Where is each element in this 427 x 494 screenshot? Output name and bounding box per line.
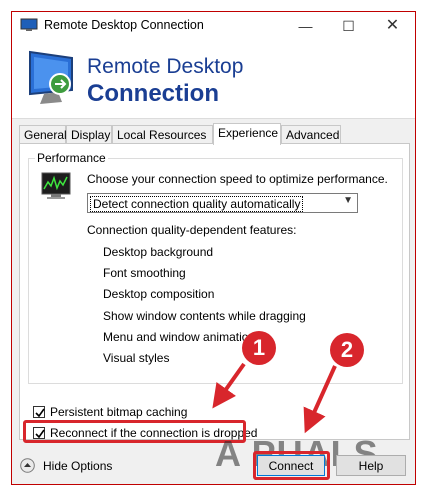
annotation-badge-2: 2 xyxy=(330,333,364,367)
arrow-2 xyxy=(303,365,337,434)
annotation-badge-1: 1 xyxy=(242,331,276,365)
rdc-window: Remote Desktop Connection — ☐ ✕ Remote D… xyxy=(11,11,416,485)
tab-experience[interactable]: Experience xyxy=(213,123,281,145)
annotation-arrows xyxy=(212,362,337,434)
arrow-1 xyxy=(212,362,246,409)
